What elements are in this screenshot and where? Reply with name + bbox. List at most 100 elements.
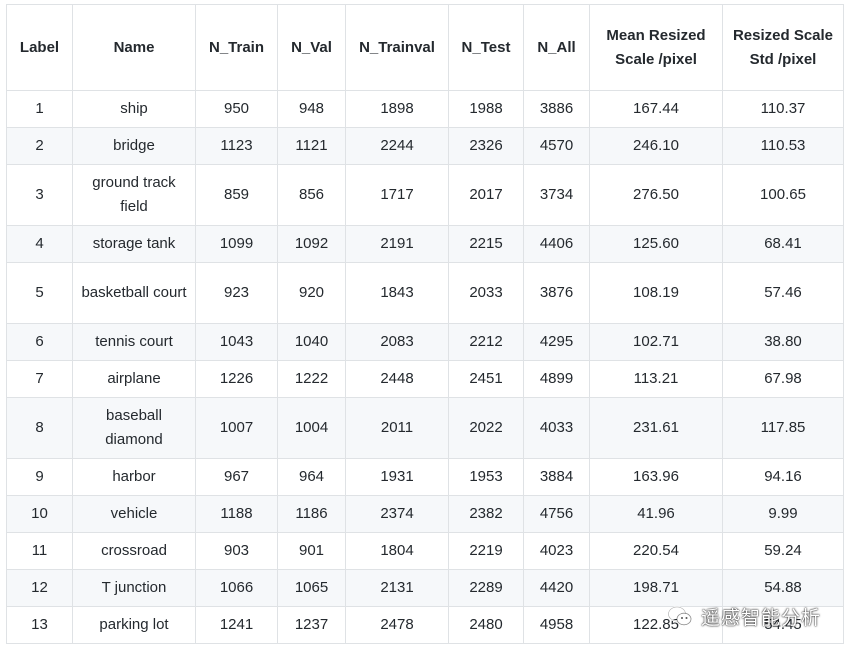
cell-mean-resized-scale: 41.96 bbox=[589, 495, 723, 533]
cell-label: 6 bbox=[6, 323, 73, 361]
cell-n-val: 901 bbox=[277, 532, 346, 570]
cell-n-train: 1226 bbox=[195, 360, 278, 398]
cell-resized-scale-std: 110.37 bbox=[722, 90, 844, 128]
cell-mean-resized-scale: 163.96 bbox=[589, 458, 723, 496]
table-row: 1 ship 950 948 1898 1988 3886 167.44 110.37 bbox=[6, 90, 844, 128]
header-resized-scale-std: Resized Scale Std /pixel bbox=[722, 4, 844, 91]
cell-label: 5 bbox=[6, 262, 73, 324]
cell-n-trainval: 2191 bbox=[345, 225, 449, 263]
cell-n-trainval: 2448 bbox=[345, 360, 449, 398]
cell-mean-resized-scale: 125.60 bbox=[589, 225, 723, 263]
cell-n-test: 2017 bbox=[448, 164, 524, 226]
cell-n-trainval: 2374 bbox=[345, 495, 449, 533]
cell-n-trainval: 1804 bbox=[345, 532, 449, 570]
cell-label: 3 bbox=[6, 164, 73, 226]
header-n-all: N_All bbox=[523, 4, 590, 91]
cell-name: baseball diamond bbox=[72, 397, 196, 459]
cell-n-test: 2480 bbox=[448, 606, 524, 644]
cell-mean-resized-scale: 113.21 bbox=[589, 360, 723, 398]
cell-n-all: 3884 bbox=[523, 458, 590, 496]
cell-n-all: 4406 bbox=[523, 225, 590, 263]
cell-n-val: 1237 bbox=[277, 606, 346, 644]
table-row: 8 baseball diamond 1007 1004 2011 2022 4033 231… bbox=[6, 397, 844, 459]
cell-resized-scale-std: 57.46 bbox=[722, 262, 844, 324]
header-n-val: N_Val bbox=[277, 4, 346, 91]
cell-name: storage tank bbox=[72, 225, 196, 263]
cell-n-val: 1222 bbox=[277, 360, 346, 398]
cell-mean-resized-scale: 220.54 bbox=[589, 532, 723, 570]
cell-n-all: 3886 bbox=[523, 90, 590, 128]
header-n-trainval: N_Trainval bbox=[345, 4, 449, 91]
cell-name: ship bbox=[72, 90, 196, 128]
cell-n-all: 4899 bbox=[523, 360, 590, 398]
cell-label: 7 bbox=[6, 360, 73, 398]
cell-n-val: 1065 bbox=[277, 569, 346, 607]
cell-label: 1 bbox=[6, 90, 73, 128]
cell-mean-resized-scale: 108.19 bbox=[589, 262, 723, 324]
wechat-icon bbox=[667, 605, 693, 627]
cell-resized-scale-std: 67.98 bbox=[722, 360, 844, 398]
cell-n-all: 4756 bbox=[523, 495, 590, 533]
cell-label: 9 bbox=[6, 458, 73, 496]
cell-resized-scale-std: 59.24 bbox=[722, 532, 844, 570]
cell-n-train: 950 bbox=[195, 90, 278, 128]
cell-n-test: 2382 bbox=[448, 495, 524, 533]
cell-n-trainval: 1717 bbox=[345, 164, 449, 226]
table-row: 3 ground track field 859 856 1717 2017 3734 276… bbox=[6, 164, 844, 226]
cell-n-trainval: 2131 bbox=[345, 569, 449, 607]
header-n-train: N_Train bbox=[195, 4, 278, 91]
cell-name: crossroad bbox=[72, 532, 196, 570]
cell-mean-resized-scale: 231.61 bbox=[589, 397, 723, 459]
cell-n-trainval: 1898 bbox=[345, 90, 449, 128]
cell-name: vehicle bbox=[72, 495, 196, 533]
cell-n-test: 2022 bbox=[448, 397, 524, 459]
cell-n-trainval: 2244 bbox=[345, 127, 449, 165]
table-row: 5 basketball court 923 920 1843 2033 3876 108.1… bbox=[6, 262, 844, 324]
cell-resized-scale-std: 68.41 bbox=[722, 225, 844, 263]
cell-label: 8 bbox=[6, 397, 73, 459]
cell-n-test: 2215 bbox=[448, 225, 524, 263]
cell-n-val: 920 bbox=[277, 262, 346, 324]
dataset-statistics-table: Label Name N_Train N_Val N_Trainval N_Te… bbox=[6, 4, 844, 644]
cell-n-trainval: 2011 bbox=[345, 397, 449, 459]
cell-n-trainval: 2478 bbox=[345, 606, 449, 644]
cell-n-train: 1007 bbox=[195, 397, 278, 459]
cell-n-val: 1040 bbox=[277, 323, 346, 361]
cell-n-test: 2033 bbox=[448, 262, 524, 324]
cell-name: tennis court bbox=[72, 323, 196, 361]
cell-n-trainval: 1843 bbox=[345, 262, 449, 324]
cell-name: bridge bbox=[72, 127, 196, 165]
cell-mean-resized-scale: 246.10 bbox=[589, 127, 723, 165]
cell-n-test: 2289 bbox=[448, 569, 524, 607]
cell-n-all: 4420 bbox=[523, 569, 590, 607]
cell-mean-resized-scale: 167.44 bbox=[589, 90, 723, 128]
cell-name: parking lot bbox=[72, 606, 196, 644]
cell-name: basketball court bbox=[72, 262, 196, 324]
cell-label: 11 bbox=[6, 532, 73, 570]
cell-n-train: 1123 bbox=[195, 127, 278, 165]
watermark: 遥感智能分析 bbox=[667, 600, 821, 632]
cell-n-val: 856 bbox=[277, 164, 346, 226]
cell-n-all: 3734 bbox=[523, 164, 590, 226]
cell-n-test: 2451 bbox=[448, 360, 524, 398]
cell-n-val: 964 bbox=[277, 458, 346, 496]
header-mean-resized-scale: Mean Resized Scale /pixel bbox=[589, 4, 723, 91]
cell-label: 4 bbox=[6, 225, 73, 263]
cell-n-all: 4570 bbox=[523, 127, 590, 165]
cell-n-test: 2326 bbox=[448, 127, 524, 165]
cell-n-train: 1241 bbox=[195, 606, 278, 644]
cell-n-test: 2212 bbox=[448, 323, 524, 361]
cell-n-train: 967 bbox=[195, 458, 278, 496]
cell-n-train: 923 bbox=[195, 262, 278, 324]
cell-n-val: 1121 bbox=[277, 127, 346, 165]
cell-label: 2 bbox=[6, 127, 73, 165]
table-row: 7 airplane 1226 1222 2448 2451 4899 113.21 67.98 bbox=[6, 360, 844, 398]
cell-n-all: 4023 bbox=[523, 532, 590, 570]
table-row: 10 vehicle 1188 1186 2374 2382 4756 41.96 9.99 bbox=[6, 495, 844, 533]
cell-n-all: 4295 bbox=[523, 323, 590, 361]
cell-n-trainval: 1931 bbox=[345, 458, 449, 496]
table-row: 6 tennis court 1043 1040 2083 2212 4295 102.71 3… bbox=[6, 323, 844, 361]
cell-mean-resized-scale: 102.71 bbox=[589, 323, 723, 361]
cell-name: airplane bbox=[72, 360, 196, 398]
cell-n-train: 1066 bbox=[195, 569, 278, 607]
